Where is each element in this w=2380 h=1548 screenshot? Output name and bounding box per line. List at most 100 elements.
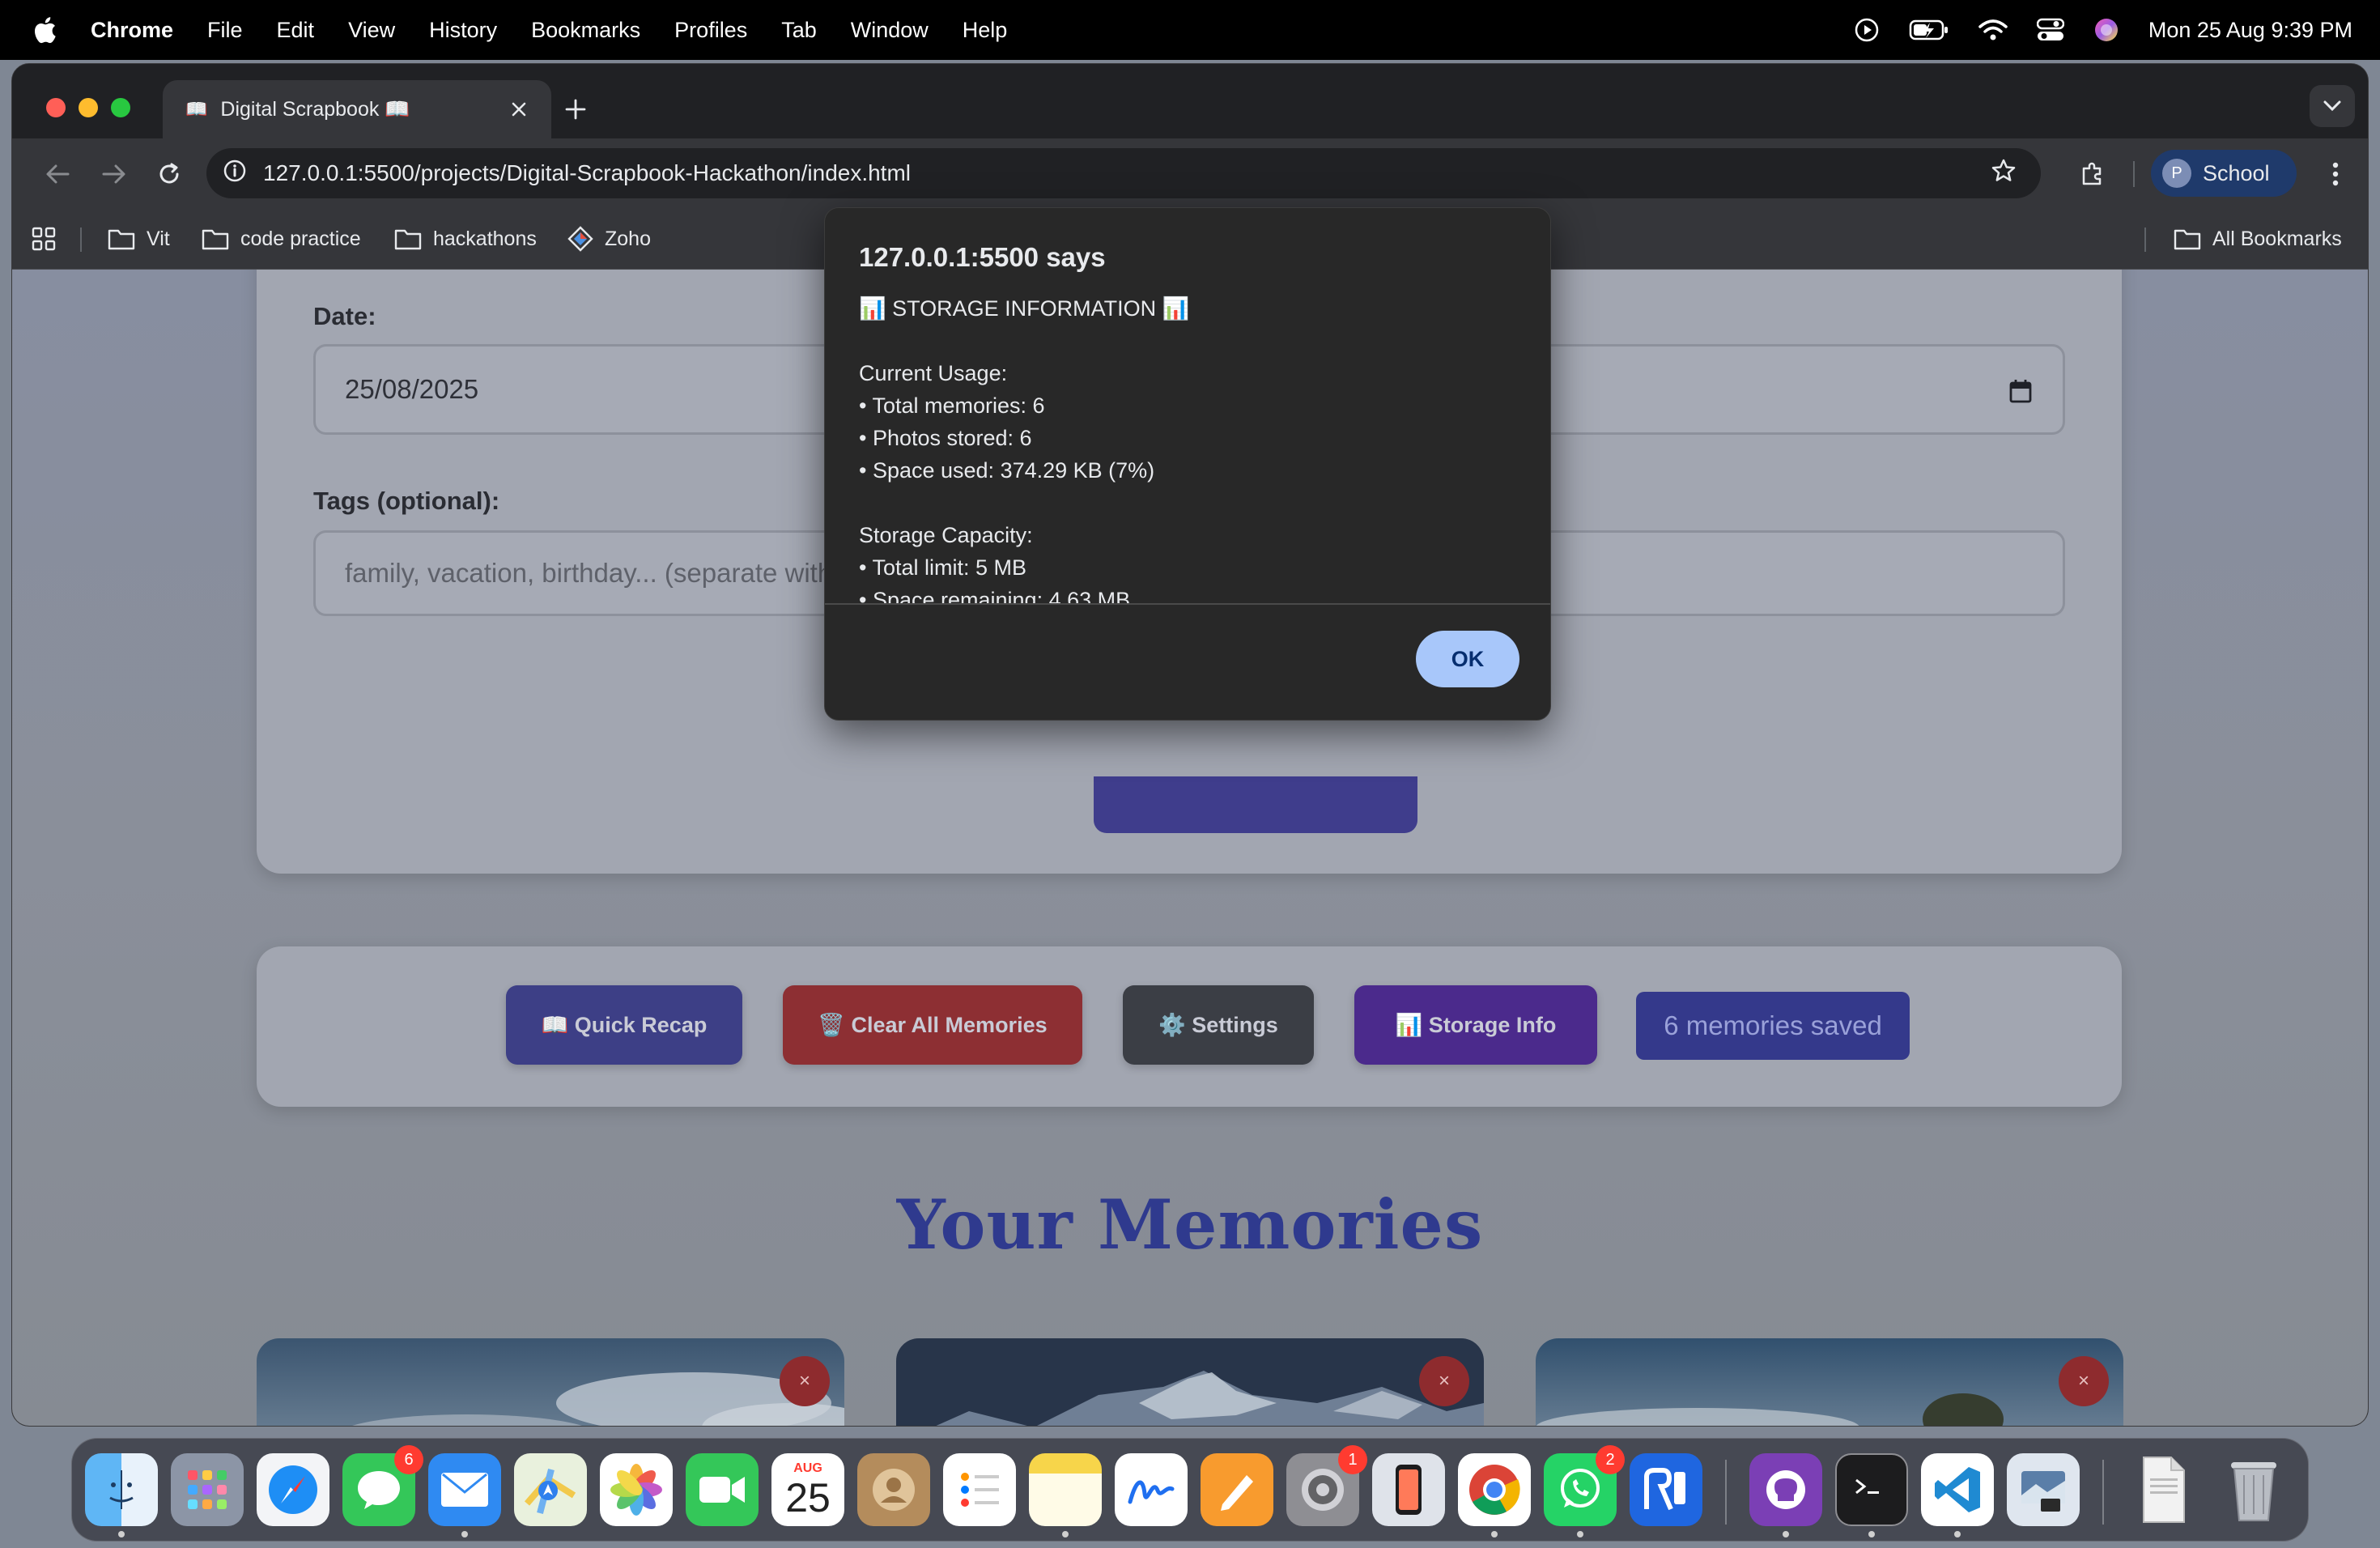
menu-bookmarks[interactable]: Bookmarks [531,18,640,43]
status-area: Mon 25 Aug 9:39 PM [1854,0,2352,60]
menu-window[interactable]: Window [851,18,929,43]
mail-icon[interactable] [428,1453,501,1526]
menu-tab[interactable]: Tab [781,18,817,43]
address-bar[interactable]: 127.0.0.1:5500/projects/Digital-Scrapboo… [206,148,2041,198]
dock-divider [1725,1460,1727,1525]
dialog-line: Current Usage: [859,361,1008,385]
terminal-icon[interactable] [1835,1453,1908,1526]
running-indicator [1062,1531,1069,1537]
running-indicator [1783,1531,1789,1537]
reminders-icon[interactable] [943,1453,1016,1526]
bookmark-folder-hackathons[interactable]: hackathons [394,208,537,270]
dialog-line: • Total limit: 5 MB [859,555,1027,580]
siri-icon[interactable] [2093,17,2119,43]
whatsapp-icon[interactable]: 2 [1544,1445,1625,1526]
iphone-mirroring-icon[interactable] [1372,1453,1445,1526]
play-circle-icon[interactable] [1854,17,1880,43]
bookmark-zoho[interactable]: Zoho [567,208,651,270]
menu-profiles[interactable]: Profiles [674,18,747,43]
bookmark-folder-code-practice[interactable]: code practice [202,208,361,270]
more-menu-icon[interactable] [2319,156,2352,192]
github-desktop-icon[interactable] [1749,1453,1822,1526]
reload-icon[interactable] [151,156,187,192]
dialog-line: • Total memories: 6 [859,393,1045,418]
menu-view[interactable]: View [348,18,395,43]
pages-icon[interactable] [1201,1453,1273,1526]
bookmark-label: All Bookmarks [2212,227,2342,250]
dialog-line: Storage Capacity: [859,523,1033,547]
back-arrow-icon[interactable] [40,156,75,192]
window-minimize-button[interactable] [79,98,98,117]
forward-arrow-icon[interactable] [96,156,132,192]
control-center-icon[interactable] [2036,18,2064,42]
calendar-icon[interactable]: AUG 25 [771,1453,844,1526]
maps-icon[interactable] [514,1453,587,1526]
toolbar-divider [2133,161,2135,187]
bookmark-label: Vit [147,227,170,250]
wifi-icon[interactable] [1978,19,2008,41]
apps-grid-icon[interactable] [32,208,56,270]
messages-icon[interactable]: 6 [342,1445,423,1526]
menu-history[interactable]: History [429,18,497,43]
macos-menubar: Chrome File Edit View History Bookmarks … [0,0,2380,60]
settings-badge: 1 [1338,1445,1367,1474]
calendar-month: AUG [793,1461,822,1475]
profile-avatar: P [2162,159,2191,188]
macos-dock: 6 AUG 25 1 2 [71,1438,2309,1542]
ok-button[interactable]: OK [1416,631,1519,687]
dialog-line: 📊 STORAGE INFORMATION 📊 [859,296,1190,321]
site-info-icon[interactable] [223,159,247,189]
preview-icon[interactable] [2007,1453,2080,1526]
pdf-document-icon[interactable] [2127,1453,2199,1526]
facetime-icon[interactable] [686,1453,759,1526]
tab-search-chevron-icon[interactable] [2310,85,2355,127]
remote-desktop-icon[interactable] [1630,1453,1702,1526]
running-indicator [461,1531,468,1537]
menu-app-name[interactable]: Chrome [91,18,173,43]
tab-close-icon[interactable] [506,96,532,122]
dialog-divider [825,603,1550,605]
folder-icon [394,229,422,250]
profile-button[interactable]: P School [2151,150,2297,197]
battery-charging-icon[interactable] [1909,19,1949,41]
book-favicon-icon: 📖 [185,99,208,119]
contacts-icon[interactable] [857,1453,930,1526]
safari-icon[interactable] [257,1453,329,1526]
extensions-puzzle-icon[interactable] [2075,156,2110,192]
menubar-clock[interactable]: Mon 25 Aug 9:39 PM [2148,18,2352,43]
running-indicator [1577,1531,1583,1537]
trash-icon[interactable] [2217,1453,2290,1526]
folder-icon [108,229,135,250]
bookmark-folder-vit[interactable]: Vit [108,208,170,270]
tab-strip: 📖 Digital Scrapbook 📖 [12,64,2368,138]
menu-edit[interactable]: Edit [277,18,315,43]
dialog-message[interactable]: 📊 STORAGE INFORMATION 📊 Current Usage: •… [859,292,1523,603]
system-settings-icon[interactable]: 1 [1286,1445,1367,1526]
running-indicator [1491,1531,1498,1537]
launchpad-icon[interactable] [171,1453,244,1526]
tab-title: Digital Scrapbook 📖 [220,97,410,121]
menu-file[interactable]: File [207,18,243,43]
dialog-line [859,487,1523,519]
apple-logo-icon[interactable] [32,16,57,44]
chrome-icon[interactable] [1458,1453,1531,1526]
dialog-line: • Photos stored: 6 [859,426,1032,450]
browser-toolbar: 127.0.0.1:5500/projects/Digital-Scrapboo… [12,138,2368,208]
menu-help[interactable]: Help [963,18,1008,43]
photos-icon[interactable] [600,1453,673,1526]
folder-icon [202,229,229,250]
freeform-icon[interactable] [1115,1453,1188,1526]
vscode-icon[interactable] [1921,1453,1994,1526]
finder-icon[interactable] [85,1453,158,1526]
zoho-logo-icon [567,226,593,252]
tab-digital-scrapbook[interactable]: 📖 Digital Scrapbook 📖 [163,80,551,138]
bookmark-label: hackathons [433,227,537,250]
bookmark-star-icon[interactable] [1991,158,2017,189]
notes-icon[interactable] [1029,1453,1102,1526]
new-tab-plus-icon[interactable] [558,91,593,127]
window-zoom-button[interactable] [111,98,130,117]
running-indicator [1954,1531,1961,1537]
window-close-button[interactable] [46,98,66,117]
dialog-line: • Space used: 374.29 KB (7%) [859,458,1155,483]
all-bookmarks-folder[interactable]: All Bookmarks [2174,208,2342,270]
